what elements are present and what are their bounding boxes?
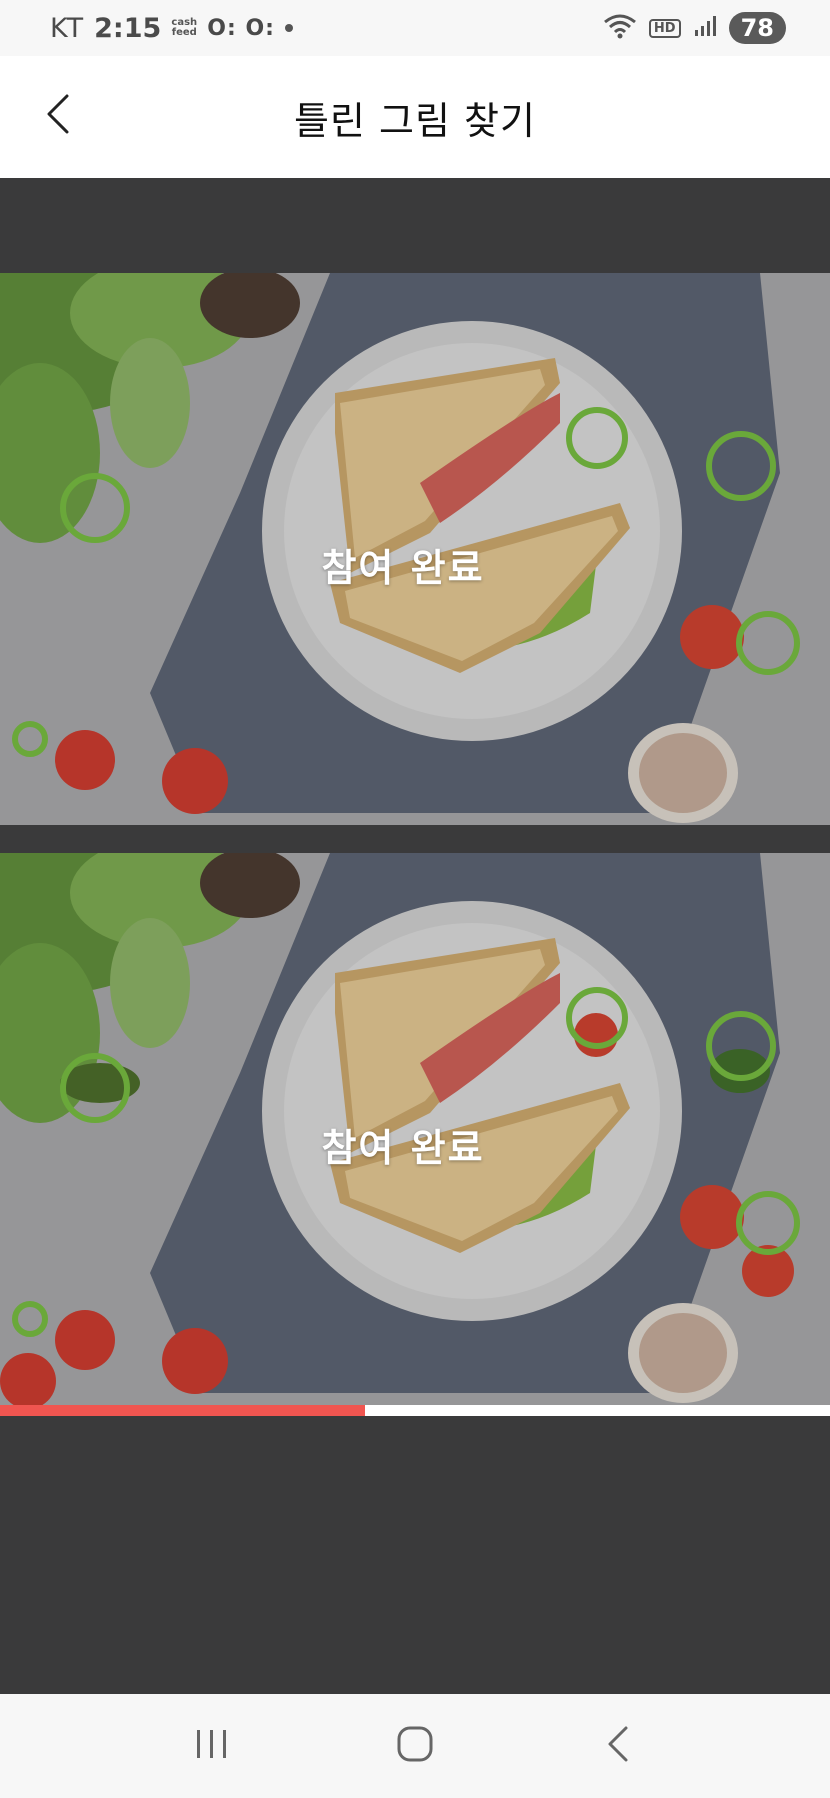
back-icon xyxy=(605,1725,631,1767)
recent-apps-icon xyxy=(194,1728,230,1764)
difference-marker[interactable] xyxy=(12,721,48,757)
difference-marker[interactable] xyxy=(736,1191,800,1255)
status-right: HD 78 xyxy=(603,12,786,44)
app-header: 틀린 그림 찾기 xyxy=(0,56,830,178)
puzzle-image-original[interactable]: 참여 완료 xyxy=(0,273,830,825)
difference-marker[interactable] xyxy=(566,987,628,1049)
wifi-icon xyxy=(603,13,637,43)
clock-label: 2:15 xyxy=(94,12,162,44)
back-button[interactable] xyxy=(30,88,86,144)
difference-marker[interactable] xyxy=(706,1011,776,1081)
chevron-left-icon xyxy=(43,92,73,140)
notification-icons: O: O: xyxy=(207,15,275,41)
recent-apps-button[interactable] xyxy=(172,1716,252,1776)
game-area: 참여 완료 참여 완료 xyxy=(0,178,830,1694)
status-bar: KT 2:15 cash feed O: O: HD 78 xyxy=(0,0,830,56)
carrier-label: KT xyxy=(50,12,85,44)
progress-fill xyxy=(0,1405,366,1416)
sandwich-scene-image xyxy=(0,273,830,825)
signal-icon xyxy=(693,14,717,42)
battery-indicator: 78 xyxy=(728,12,786,44)
system-navigation-bar xyxy=(0,1694,830,1798)
sandwich-scene-image xyxy=(0,853,830,1405)
system-back-button[interactable] xyxy=(578,1716,658,1776)
page-title: 틀린 그림 찾기 xyxy=(294,98,536,143)
status-left: KT 2:15 cash feed O: O: xyxy=(50,13,293,44)
more-notifications-dot-icon xyxy=(284,24,293,32)
hd-voice-icon: HD xyxy=(648,18,681,38)
game-progress-bar xyxy=(0,1405,830,1416)
difference-marker[interactable] xyxy=(60,1053,130,1123)
difference-marker[interactable] xyxy=(12,1301,48,1337)
difference-marker[interactable] xyxy=(736,611,800,675)
home-icon xyxy=(396,1725,434,1767)
home-button[interactable] xyxy=(375,1716,455,1776)
difference-marker[interactable] xyxy=(706,431,776,501)
difference-marker[interactable] xyxy=(566,407,628,469)
cashfeed-icon: cash feed xyxy=(171,17,198,38)
difference-marker[interactable] xyxy=(60,473,130,543)
puzzle-image-altered[interactable]: 참여 완료 xyxy=(0,853,830,1405)
